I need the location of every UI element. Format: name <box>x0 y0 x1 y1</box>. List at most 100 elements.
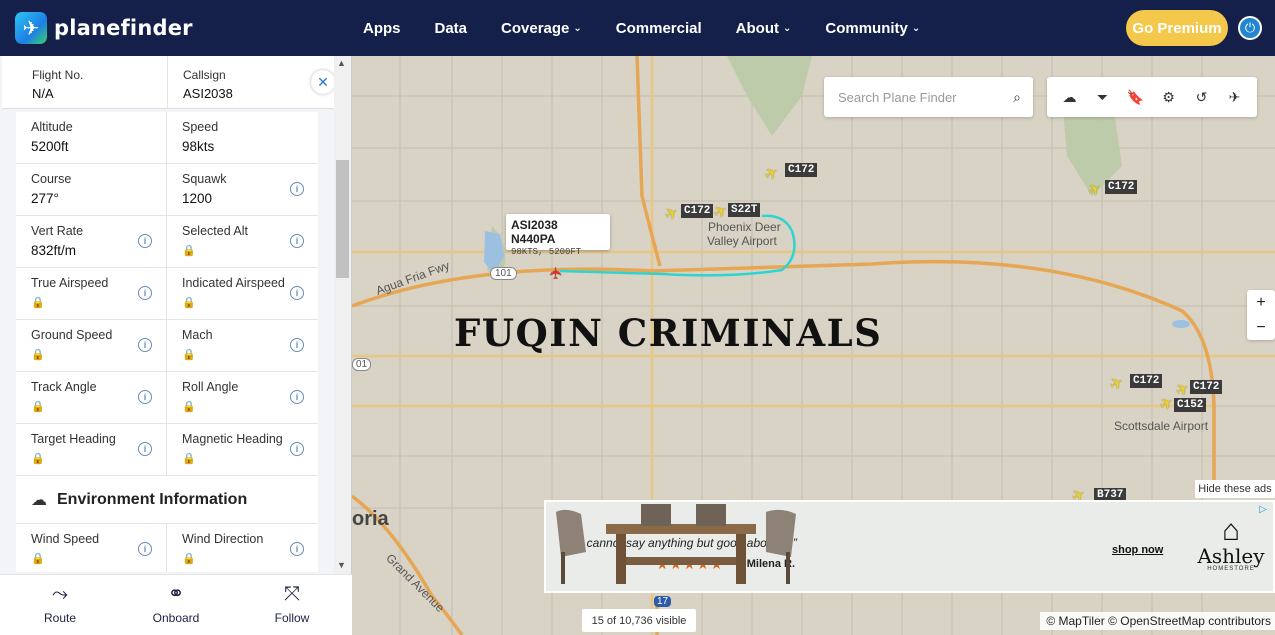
detail-cell: Squawk 1200 i <box>167 164 318 215</box>
main-nav: Apps Data Coverage ⌄ Commercial About ⌄ Co… <box>363 0 954 56</box>
nav-about[interactable]: About ⌄ <box>736 20 792 37</box>
detail-cell: Mach 🔒 i <box>167 320 318 371</box>
lock-icon[interactable]: 🔒 <box>31 296 45 309</box>
lock-icon[interactable]: 🔒 <box>31 552 45 565</box>
lock-icon[interactable]: 🔒 <box>31 452 45 465</box>
info-icon[interactable]: i <box>290 542 304 556</box>
bookmark-icon[interactable]: 🔖 <box>1125 89 1147 106</box>
scroll-up-icon[interactable]: ▲ <box>337 58 346 68</box>
weather-icon[interactable]: ☁ <box>1059 89 1081 106</box>
city-label: oria <box>352 508 389 530</box>
detail-cell: Target Heading 🔒 i <box>16 424 167 475</box>
nav-commercial[interactable]: Commercial <box>616 20 702 37</box>
zoom-in-button[interactable]: + <box>1247 290 1275 315</box>
lock-icon[interactable]: 🔒 <box>182 244 196 257</box>
follow-button[interactable]: ⤧ Follow <box>252 583 332 625</box>
detail-label: Vert Rate <box>31 224 84 238</box>
highway-shield: 101 <box>490 267 517 280</box>
planefinder-logo[interactable]: ✈ planefinder <box>15 12 193 44</box>
detail-cell: Ground Speed 🔒 i <box>16 320 167 371</box>
aircraft-settings-icon[interactable]: ✈ <box>1224 89 1246 106</box>
lock-icon[interactable]: 🔒 <box>182 400 196 413</box>
lock-icon[interactable]: 🔒 <box>31 400 45 413</box>
detail-label: Indicated Airspeed <box>182 276 285 290</box>
panel-scrollbar[interactable]: ▲ ▼ <box>334 56 351 574</box>
info-icon[interactable]: i <box>138 286 152 300</box>
info-icon[interactable]: i <box>290 286 304 300</box>
info-icon[interactable]: i <box>290 338 304 352</box>
aircraft-label[interactable]: C172 <box>1190 380 1223 394</box>
flight-details-panel: Flight No. N/A Callsign ASI2038 ✕ Altitu… <box>0 56 352 635</box>
nav-coverage[interactable]: Coverage ⌄ <box>501 20 582 37</box>
info-icon[interactable]: i <box>290 442 304 456</box>
aircraft-label[interactable]: S22T <box>728 203 761 217</box>
close-panel-button[interactable]: ✕ <box>311 70 335 94</box>
info-icon[interactable]: i <box>290 234 304 248</box>
flight-tooltip[interactable]: ASI2038 N440PA 98KTS, 5200FT <box>506 214 610 257</box>
settings-icon[interactable]: ⚙ <box>1158 89 1180 106</box>
history-icon[interactable]: ↺ <box>1191 89 1213 106</box>
map-attribution[interactable]: © MapTiler © OpenStreetMap contributors <box>1040 612 1275 630</box>
search-input[interactable] <box>838 89 998 105</box>
lock-icon[interactable]: 🔒 <box>182 348 196 361</box>
aircraft-label[interactable]: C172 <box>681 204 714 218</box>
detail-cell: Indicated Airspeed 🔒 i <box>167 268 318 319</box>
info-icon[interactable]: i <box>138 234 152 248</box>
detail-cell: Wind Direction 🔒 i <box>167 524 318 572</box>
flight-details-scroll[interactable]: Altitude 5200ft Speed 98kts Course 277° Squawk… <box>16 112 318 572</box>
highway-shield: 01 <box>352 358 372 371</box>
detail-label: Wind Direction <box>182 532 264 546</box>
selected-aircraft-icon[interactable]: ✈ <box>547 266 567 279</box>
lock-icon[interactable]: 🔒 <box>182 296 196 309</box>
detail-row: Wind Speed 🔒 i Wind Direction 🔒 i <box>16 524 318 572</box>
detail-label: Roll Angle <box>182 380 239 394</box>
info-icon[interactable]: i <box>290 182 304 196</box>
furniture-image <box>556 504 796 584</box>
cloud-icon: ☁ <box>31 491 47 509</box>
power-icon[interactable]: ⏻ <box>1238 16 1262 40</box>
flight-map[interactable]: Agua Fria Fwy Grand Avenue 101 01 17 Pho… <box>352 56 1275 635</box>
scroll-down-icon[interactable]: ▼ <box>337 560 346 570</box>
search-icon[interactable]: ⌕ <box>1013 89 1021 106</box>
advertisement-banner[interactable]: “I cannot say anything but good about it… <box>544 500 1275 593</box>
aircraft-label[interactable]: C172 <box>785 163 818 177</box>
info-icon[interactable]: i <box>138 542 152 556</box>
nav-apps[interactable]: Apps <box>363 20 401 37</box>
aircraft-label[interactable]: C152 <box>1174 398 1207 412</box>
zoom-out-button[interactable]: − <box>1247 315 1275 340</box>
house-icon: ⌂ <box>1221 514 1241 547</box>
scrollbar-thumb[interactable] <box>336 160 349 278</box>
search-box[interactable]: ⌕ <box>824 77 1033 117</box>
detail-label: Target Heading <box>31 432 116 446</box>
detail-value: 98kts <box>182 139 215 154</box>
onboard-button[interactable]: ⚭ Onboard <box>136 583 216 625</box>
hide-ads-link[interactable]: Hide these ads <box>1195 480 1275 498</box>
info-icon[interactable]: i <box>138 390 152 404</box>
info-icon[interactable]: i <box>290 390 304 404</box>
info-icon[interactable]: i <box>138 442 152 456</box>
info-icon[interactable]: i <box>138 338 152 352</box>
detail-value: 277° <box>31 191 59 206</box>
nav-data[interactable]: Data <box>435 20 468 37</box>
detail-label: Course <box>31 172 72 186</box>
tooltip-subtitle: 98KTS, 5200FT <box>511 247 582 257</box>
detail-cell: Wind Speed 🔒 i <box>16 524 167 572</box>
nav-community[interactable]: Community ⌄ <box>825 20 920 37</box>
lock-icon[interactable]: 🔒 <box>182 452 196 465</box>
detail-label: Altitude <box>31 120 73 134</box>
detail-value: 832ft/m <box>31 243 77 258</box>
detail-label: Magnetic Heading <box>182 432 283 446</box>
lock-icon[interactable]: 🔒 <box>31 348 45 361</box>
route-button[interactable]: ⤳ Route <box>20 583 100 625</box>
aircraft-label[interactable]: C172 <box>1105 180 1138 194</box>
ad-info-icon[interactable]: ▷ <box>1256 504 1270 518</box>
lock-icon[interactable]: 🔒 <box>182 552 196 565</box>
follow-icon: ⤧ <box>284 583 300 605</box>
detail-cell: Magnetic Heading 🔒 i <box>167 424 318 475</box>
filter-icon[interactable]: ⏷ <box>1092 89 1114 106</box>
aircraft-label[interactable]: C172 <box>1130 374 1163 388</box>
go-premium-button[interactable]: Go Premium <box>1126 10 1228 46</box>
airport-label: Scottsdale Airport <box>1114 419 1209 433</box>
panel-bottom-bar: ⤳ Route ⚭ Onboard ⤧ Follow <box>0 574 352 635</box>
shop-now-link[interactable]: shop now <box>1112 544 1163 556</box>
